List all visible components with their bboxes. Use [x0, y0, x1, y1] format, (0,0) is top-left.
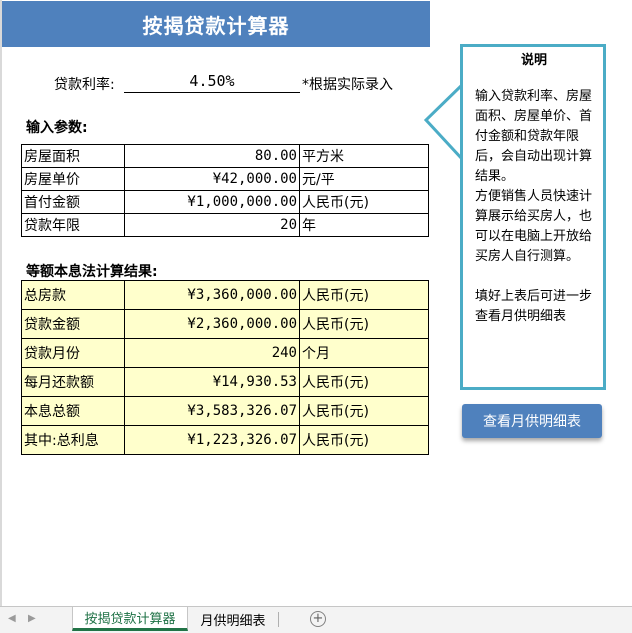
input-downpayment-unit: 人民币(元)	[299, 190, 429, 214]
input-label-price: 房屋单价	[21, 167, 125, 191]
view-monthly-schedule-button[interactable]: 查看月供明细表	[462, 404, 602, 438]
tab-calculator[interactable]: 按揭贷款计算器	[72, 607, 188, 631]
result-label-monthly-payment: 每月还款额	[21, 367, 125, 397]
callout-body: 输入贷款利率、房屋面积、房屋单价、首付金额和贷款年限后，会自动出现计算结果。 方…	[475, 89, 593, 324]
result-total-repayment-unit: 人民币(元)	[299, 396, 429, 426]
result-loan-amount-value: ¥2,360,000.00	[124, 309, 300, 339]
input-label-downpayment: 首付金额	[21, 190, 125, 214]
tab-scroll-left-icon[interactable]: ◀	[8, 613, 16, 624]
table-row: 贷款月份 240 个月	[21, 338, 429, 368]
input-area-unit: 平方米	[299, 144, 429, 168]
tab-divider	[278, 612, 279, 627]
results-table: 总房款 ¥3,360,000.00 人民币(元) 贷款金额 ¥2,360,000…	[21, 280, 429, 455]
result-total-price-value: ¥3,360,000.00	[124, 280, 300, 310]
worksheet-area: 按揭贷款计算器 贷款利率: 4.50% *根据实际录入 输入参数: 房屋面积 8…	[0, 0, 632, 606]
result-label-total-interest: 其中:总利息	[21, 425, 125, 455]
inputs-heading: 输入参数:	[26, 120, 88, 136]
input-years-value[interactable]: 20	[124, 213, 300, 237]
left-gridline	[0, 0, 2, 606]
callout-title: 说明	[520, 53, 547, 68]
tab-monthly-schedule[interactable]: 月供明细表	[190, 607, 276, 631]
table-row: 房屋面积 80.00 平方米	[21, 144, 429, 168]
result-total-price-unit: 人民币(元)	[299, 280, 429, 310]
input-price-value[interactable]: ¥42,000.00	[124, 167, 300, 191]
instructions-callout: 说明 输入贷款利率、房屋面积、房屋单价、首付金额和贷款年限后，会自动出现计算结果…	[460, 44, 606, 390]
result-label-months: 贷款月份	[21, 338, 125, 368]
inputs-table: 房屋面积 80.00 平方米 房屋单价 ¥42,000.00 元/平 首付金额 …	[21, 144, 429, 237]
table-row: 房屋单价 ¥42,000.00 元/平	[21, 167, 429, 191]
table-row: 每月还款额 ¥14,930.53 人民币(元)	[21, 367, 429, 397]
result-total-repayment-value: ¥3,583,326.07	[124, 396, 300, 426]
rate-note: *根据实际录入	[302, 77, 393, 93]
result-loan-amount-unit: 人民币(元)	[299, 309, 429, 339]
result-total-interest-value: ¥1,223,326.07	[124, 425, 300, 455]
table-row: 其中:总利息 ¥1,223,326.07 人民币(元)	[21, 425, 429, 455]
calculator-title: 按揭贷款计算器	[2, 1, 430, 47]
rate-label: 贷款利率:	[54, 77, 115, 93]
result-monthly-payment-value: ¥14,930.53	[124, 367, 300, 397]
result-label-loan-amount: 贷款金额	[21, 309, 125, 339]
result-label-total-price: 总房款	[21, 280, 125, 310]
table-row: 本息总额 ¥3,583,326.07 人民币(元)	[21, 396, 429, 426]
input-price-unit: 元/平	[299, 167, 429, 191]
result-label-total-repayment: 本息总额	[21, 396, 125, 426]
result-months-value: 240	[124, 338, 300, 368]
input-label-years: 贷款年限	[21, 213, 125, 237]
input-area-value[interactable]: 80.00	[124, 144, 300, 168]
sheet-tab-bar: ◀ ▶ 按揭贷款计算器 月供明细表 +	[0, 606, 632, 633]
tab-scroll-right-icon[interactable]: ▶	[28, 613, 36, 624]
table-row: 首付金额 ¥1,000,000.00 人民币(元)	[21, 190, 429, 214]
results-heading: 等额本息法计算结果:	[26, 264, 158, 280]
input-label-area: 房屋面积	[21, 144, 125, 168]
result-months-unit: 个月	[299, 338, 429, 368]
table-row: 总房款 ¥3,360,000.00 人民币(元)	[21, 280, 429, 310]
result-monthly-payment-unit: 人民币(元)	[299, 367, 429, 397]
rate-input[interactable]: 4.50%	[124, 70, 300, 93]
result-total-interest-unit: 人民币(元)	[299, 425, 429, 455]
input-years-unit: 年	[299, 213, 429, 237]
table-row: 贷款年限 20 年	[21, 213, 429, 237]
add-sheet-icon[interactable]: +	[310, 611, 326, 627]
table-row: 贷款金额 ¥2,360,000.00 人民币(元)	[21, 309, 429, 339]
input-downpayment-value[interactable]: ¥1,000,000.00	[124, 190, 300, 214]
